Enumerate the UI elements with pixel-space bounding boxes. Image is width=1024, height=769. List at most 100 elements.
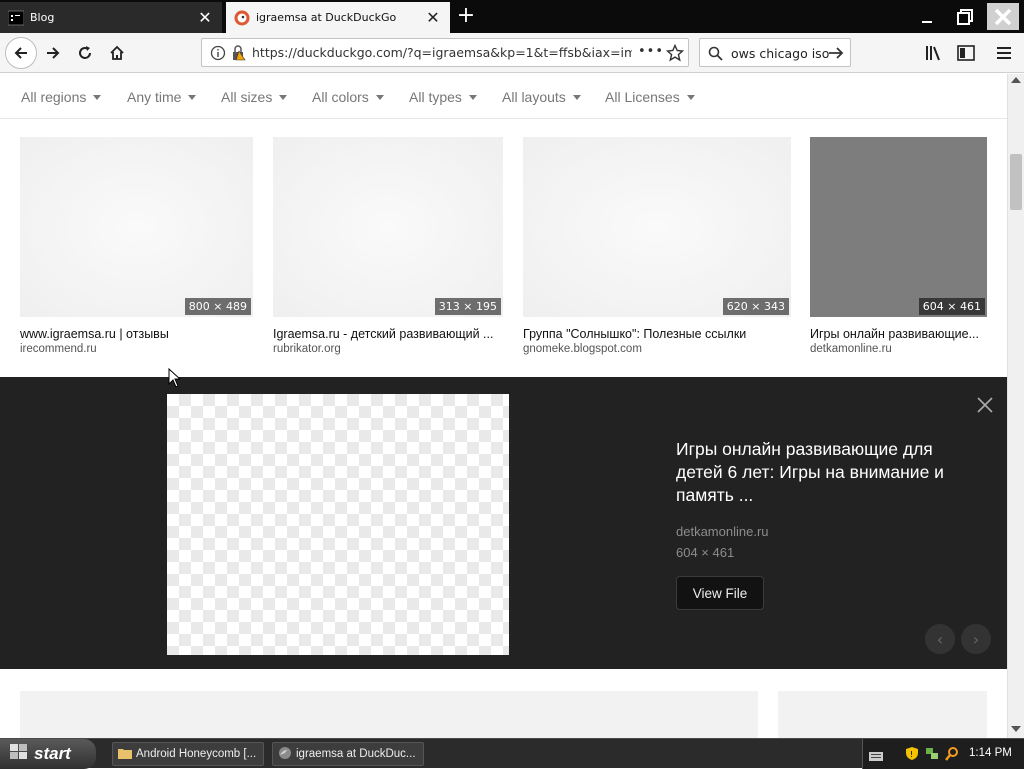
previous-image-button[interactable]: ‹ [925,624,955,654]
clock[interactable]: 1:14 PM [969,747,1012,759]
caret-down-icon [686,95,695,100]
mouse-cursor-icon [168,367,182,392]
forward-button[interactable] [38,38,68,68]
filter-label: Any time [127,89,182,105]
image-thumbnail[interactable] [20,691,758,738]
tab-close-icon[interactable]: ✕ [196,8,214,27]
filter-licenses[interactable]: All Licenses [605,89,695,105]
filter-layouts[interactable]: All layouts [502,89,581,105]
library-icon[interactable] [925,45,943,65]
image-result-source[interactable]: rubrikator.org [273,343,503,355]
back-arrow-icon [14,47,27,59]
hamburger-menu-icon[interactable] [996,45,1012,65]
image-result-card[interactable]: 313 × 195 Igraemsa.ru - детский развиваю… [273,137,503,355]
reload-icon [79,46,91,59]
url-bar[interactable]: https://duckduckgo.com/?q=igraemsa&kp=1&… [201,38,689,67]
filter-colors[interactable]: All colors [312,89,384,105]
image-dimensions-badge: 800 × 489 [184,298,251,315]
windows-logo-icon [10,743,28,765]
image-thumbnail[interactable]: 313 × 195 [273,137,503,317]
security-shield-icon[interactable]: ! [905,746,919,765]
detail-title[interactable]: Игры онлайн развивающие для детей 6 лет:… [676,438,976,507]
filter-label: All Licenses [605,89,680,105]
detail-size: 604 × 461 [676,545,735,560]
reload-button[interactable] [70,38,100,68]
vertical-scrollbar[interactable] [1007,74,1024,738]
filter-label: All sizes [221,89,273,105]
filter-label: All colors [312,89,369,105]
search-go-arrow-icon[interactable] [828,45,844,65]
forward-arrow-icon [47,47,60,59]
image-thumbnail[interactable]: 620 × 343 [523,137,791,317]
image-thumbnail[interactable]: 604 × 461 [810,137,987,317]
image-result-source[interactable]: irecommend.ru [20,343,253,355]
minimize-window-icon[interactable] [911,3,943,30]
caret-down-icon [375,95,384,100]
filter-regions[interactable]: All regions [21,89,102,105]
image-result-card-selected[interactable]: 604 × 461 Игры онлайн развивающие... det… [810,137,987,355]
filter-sizes[interactable]: All sizes [221,89,288,105]
image-result-title[interactable]: Группа "Солнышко": Полезные ссылки [523,327,791,341]
back-button[interactable] [5,37,37,69]
search-tray-icon[interactable] [945,746,959,765]
image-result-card[interactable]: 800 × 489 www.igraemsa.ru | отзывы ireco… [20,137,253,355]
next-image-button[interactable]: › [961,624,991,654]
caret-down-icon [93,95,102,100]
info-icon[interactable] [210,45,226,65]
filter-label: All types [409,89,462,105]
new-tab-button[interactable]: + [452,2,480,32]
filter-label: All regions [21,89,87,105]
image-result-title[interactable]: Игры онлайн развивающие... [810,327,987,341]
tab-title: igraemsa at DuckDuckGo [256,11,397,24]
caret-down-icon [188,95,197,100]
taskbar: start Android Honeycomb [... igraemsa at… [0,738,1024,769]
view-file-button[interactable]: View File [676,576,764,610]
image-result-source[interactable]: gnomeke.blogspot.com [523,343,791,355]
restore-window-icon[interactable] [949,3,981,30]
filter-types[interactable]: All types [409,89,477,105]
svg-text:!: ! [910,750,913,759]
sidebar-toggle-icon[interactable] [957,45,975,65]
image-result-card[interactable]: 620 × 343 Группа "Солнышко": Полезные сс… [523,137,791,355]
detail-domain[interactable]: detkamonline.ru [676,524,769,539]
image-dimensions-badge: 620 × 343 [722,298,789,315]
tab-duckduckgo[interactable]: igraemsa at DuckDuckGo ✕ [226,2,450,33]
caret-down-icon [468,95,477,100]
search-bar[interactable]: ows chicago iso [699,38,851,67]
tab-close-icon[interactable]: ✕ [424,8,442,27]
scroll-down-arrow-icon[interactable] [1011,726,1021,732]
taskbar-item-active[interactable]: igraemsa at DuckDuc... [272,742,424,766]
page-actions-icon[interactable]: ••• [638,44,664,59]
home-button[interactable] [102,38,132,68]
scroll-up-arrow-icon[interactable] [1011,77,1021,83]
image-result-title[interactable]: Igraemsa.ru - детский развивающий ... [273,327,503,341]
keyboard-icon[interactable] [869,747,883,766]
close-icon[interactable] [975,395,995,415]
start-label: start [34,744,71,763]
scrollbar-thumb[interactable] [1010,154,1022,210]
image-thumbnail[interactable] [778,691,987,738]
network-icon[interactable] [925,746,939,765]
image-preview[interactable] [167,394,509,655]
filter-bar: All regions Any time All sizes All color… [0,74,1007,119]
insecure-lock-icon[interactable] [230,45,246,65]
bookmark-star-icon[interactable] [665,43,685,66]
firefox-icon [278,746,292,763]
tab-blog[interactable]: Blog ✕ [0,2,222,33]
folder-icon [118,747,132,762]
home-icon [110,45,124,60]
url-text: https://duckduckgo.com/?q=igraemsa&kp=1&… [252,45,632,60]
system-tray: ! 1:14 PM [862,739,1024,769]
taskbar-item-label: Android Honeycomb [... [136,748,257,760]
image-result-title[interactable]: www.igraemsa.ru | отзывы [20,327,253,341]
filter-time[interactable]: Any time [127,89,197,105]
image-result-source[interactable]: detkamonline.ru [810,343,987,355]
image-thumbnail[interactable]: 800 × 489 [20,137,253,317]
tab-title: Blog [30,11,55,24]
start-button[interactable]: start [0,739,96,769]
caret-down-icon [279,95,288,100]
filter-label: All layouts [502,89,566,105]
caret-down-icon [572,95,581,100]
taskbar-item[interactable]: Android Honeycomb [... [112,742,264,766]
close-window-icon[interactable] [987,3,1019,30]
